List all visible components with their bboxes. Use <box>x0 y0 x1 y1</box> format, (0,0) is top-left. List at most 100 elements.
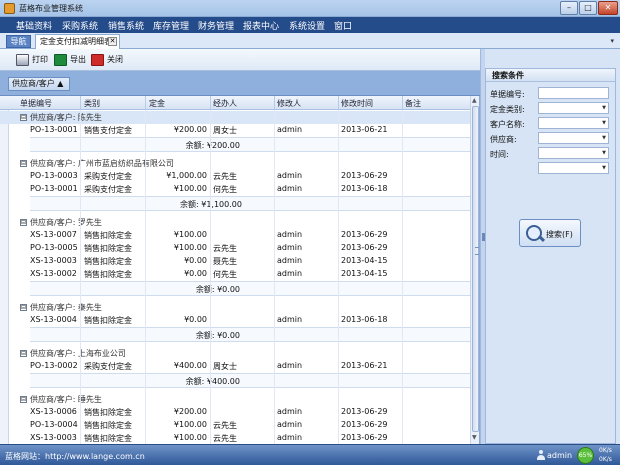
print-button[interactable]: 打印 <box>16 52 52 68</box>
cell-modified-time: 2013-06-29 <box>341 433 388 442</box>
export-button[interactable]: 导出 <box>54 52 90 68</box>
scroll-up-icon[interactable]: ▲ <box>472 97 477 104</box>
col-header-modifier[interactable]: 修改人 <box>277 98 301 109</box>
time-from-select[interactable]: ▼ <box>538 147 609 159</box>
cell-handler: 云先生 <box>213 421 237 430</box>
tab-dropdown-icon[interactable]: ▾ <box>610 37 614 45</box>
tab-navigation[interactable]: 导航 <box>6 35 31 48</box>
table-row[interactable]: PO-13-0001 销售支付定金 ¥200.00 周女士 admin 2013-06-2… <box>0 124 470 137</box>
table-row[interactable]: PO-13-0004 销售扣除定金 ¥100.00 云先生 admin 2013-06-2… <box>0 419 470 432</box>
table-row[interactable]: XS-13-0006 销售扣除定金 ¥200.00 admin 2013-06-29 <box>0 406 470 419</box>
cell-modifier: admin <box>277 269 303 278</box>
group-by-panel: 供应商/客户 ▲ <box>0 71 480 96</box>
scroll-down-icon[interactable]: ▼ <box>472 434 477 441</box>
cell-deposit: ¥0.00 <box>184 269 207 278</box>
cell-modifier: admin <box>277 171 303 180</box>
cell-category: 销售扣除定金 <box>84 257 132 266</box>
col-header-doc-no[interactable]: 单据编号 <box>20 98 52 109</box>
group-row[interactable]: ⊟ 供应商/客户: 睡先生 <box>0 393 470 406</box>
collapse-icon[interactable]: ⊟ <box>20 219 27 226</box>
collapse-icon[interactable]: ⊟ <box>20 350 27 357</box>
cell-doc-no: PO-13-0004 <box>30 420 78 429</box>
collapse-icon[interactable]: ⊟ <box>20 304 27 311</box>
cell-modifier: admin <box>277 315 303 324</box>
cell-modifier: admin <box>277 420 303 429</box>
table-row[interactable]: PO-13-0003 采购支付定金 ¥1,000.00 云先生 admin 2013-06… <box>0 170 470 183</box>
table-row[interactable]: XS-13-0002 销售扣除定金 ¥0.00 何先生 admin 2013-04-15 <box>0 268 470 281</box>
cell-doc-no: XS-13-0006 <box>30 407 77 416</box>
group-row[interactable]: ⊟ 供应商/客户: 罗先生 <box>0 216 470 229</box>
cell-handler: 何先生 <box>213 270 237 279</box>
group-row[interactable]: ⊟ 供应商/客户: 广州市蓝启纺织品有限公司 <box>0 157 470 170</box>
group-label: 供应商/客户: 陈先生 <box>30 113 102 122</box>
table-row[interactable]: XS-13-0003 销售扣除定金 ¥100.00 云先生 admin 2013-06-2… <box>0 432 470 444</box>
cell-category: 销售扣除定金 <box>84 434 132 443</box>
collapse-icon[interactable]: ⊟ <box>20 114 27 121</box>
search-button[interactable]: 搜索(F) <box>519 219 581 247</box>
col-header-modified-time[interactable]: 修改时间 <box>341 98 373 109</box>
doc-no-input[interactable] <box>538 87 609 99</box>
menu-purchase[interactable]: 采购系统 <box>62 19 98 32</box>
maximize-button[interactable]: □ <box>579 1 597 15</box>
supplier-select[interactable]: ▼ <box>538 132 609 144</box>
table-row[interactable]: XS-13-0003 销售扣除定金 ¥0.00 聂先生 admin 2013-04-15 <box>0 255 470 268</box>
col-header-deposit[interactable]: 定金 <box>149 98 165 109</box>
cell-modifier: admin <box>277 256 303 265</box>
cell-doc-no: PO-13-0001 <box>30 125 78 134</box>
status-bar: 蓝格网站：http://www.lange.com.cn admin 65% 0… <box>0 444 620 465</box>
menu-basic-data[interactable]: 基础资料 <box>16 19 52 32</box>
close-report-button[interactable]: 关闭 <box>91 52 131 68</box>
table-row[interactable]: PO-13-0005 销售扣除定金 ¥100.00 云先生 admin 2013-06-2… <box>0 242 470 255</box>
col-header-remark[interactable]: 备注 <box>405 98 421 109</box>
cell-handler: 周女士 <box>213 362 237 371</box>
chevron-down-icon: ▼ <box>602 105 606 111</box>
cpu-gauge: 65% <box>577 447 594 464</box>
current-user: admin <box>547 451 573 460</box>
menu-inventory[interactable]: 库存管理 <box>153 19 189 32</box>
table-row[interactable]: PO-13-0001 采购支付定金 ¥100.00 何先生 admin 2013-06-1… <box>0 183 470 196</box>
cell-modifier: admin <box>277 361 303 370</box>
group-row[interactable]: ⊟ 供应商/客户: 秦先生 <box>0 301 470 314</box>
cell-deposit: ¥100.00 <box>173 184 207 193</box>
cell-category: 销售扣除定金 <box>84 244 132 253</box>
table-row[interactable]: XS-13-0004 销售扣除定金 ¥0.00 admin 2013-06-18 <box>0 314 470 327</box>
doc-no-label: 单据编号: <box>490 90 525 99</box>
cell-modified-time: 2013-06-29 <box>341 420 388 429</box>
menu-settings[interactable]: 系统设置 <box>289 19 325 32</box>
cell-modifier: admin <box>277 125 303 134</box>
website-link[interactable]: 蓝格网站：http://www.lange.com.cn <box>5 451 145 462</box>
tab-close-icon[interactable]: ✕ <box>108 37 117 46</box>
table-row[interactable]: XS-13-0007 销售扣除定金 ¥100.00 admin 2013-06-29 <box>0 229 470 242</box>
chevron-down-icon: ▼ <box>602 135 606 141</box>
menu-reports[interactable]: 报表中心 <box>243 19 279 32</box>
cell-category: 销售扣除定金 <box>84 408 132 417</box>
report-toolbar: 打印 导出 关闭 <box>0 49 480 71</box>
close-window-button[interactable]: ✕ <box>598 1 618 15</box>
grid-vertical-scrollbar[interactable]: ▲ ▼ <box>470 96 479 444</box>
scroll-thumb[interactable] <box>472 106 479 432</box>
collapse-icon[interactable]: ⊟ <box>20 396 27 403</box>
deposit-type-select[interactable]: ▼ <box>538 102 609 114</box>
cell-deposit: ¥0.00 <box>184 256 207 265</box>
col-header-category[interactable]: 类别 <box>84 98 100 109</box>
menu-window[interactable]: 窗口 <box>334 19 352 32</box>
customer-name-select[interactable]: ▼ <box>538 117 609 129</box>
collapse-icon[interactable]: ⊟ <box>20 160 27 167</box>
group-summary-row: 余额: ¥400.00 <box>30 373 470 388</box>
col-header-handler[interactable]: 经办人 <box>213 98 237 109</box>
group-row[interactable]: ⊟ 供应商/客户: 上海布业公司 <box>0 347 470 360</box>
menu-sales[interactable]: 销售系统 <box>108 19 144 32</box>
user-icon <box>537 450 545 460</box>
group-chip-supplier[interactable]: 供应商/客户 ▲ <box>8 77 70 91</box>
time-to-select[interactable]: ▼ <box>538 162 609 174</box>
cell-category: 销售扣除定金 <box>84 316 132 325</box>
group-row[interactable]: ⊟ 供应商/客户: 陈先生 <box>0 111 470 124</box>
group-summary-row: 余额: ¥0.00 <box>30 327 470 342</box>
table-row[interactable]: PO-13-0002 采购支付定金 ¥400.00 周女士 admin 2013-06-2… <box>0 360 470 373</box>
minimize-button[interactable]: – <box>560 1 578 15</box>
print-icon <box>16 54 29 66</box>
menu-finance[interactable]: 财务管理 <box>198 19 234 32</box>
tab-deposit-report[interactable]: 定金支付扣减明细表 ✕ <box>35 34 120 49</box>
menu-bar: 基础资料 采购系统 销售系统 库存管理 财务管理 报表中心 系统设置 窗口 <box>0 17 620 33</box>
search-panel-title: 搜索条件 <box>486 69 615 82</box>
